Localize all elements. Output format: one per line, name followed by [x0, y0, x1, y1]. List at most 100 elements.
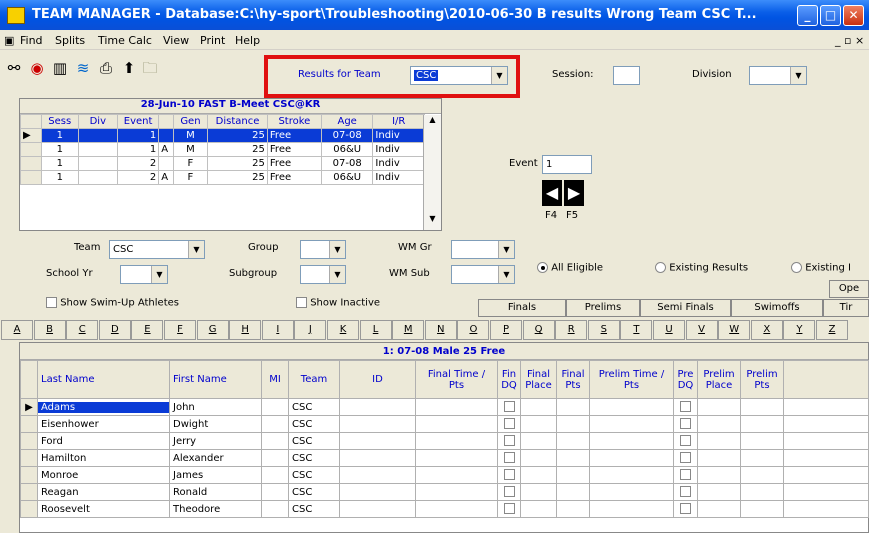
table-row[interactable]: ▶ 1 1 M 25 Free 07-08 Indiv [20, 128, 425, 143]
alpha-button-y[interactable]: Y [783, 320, 816, 340]
last-name-cell[interactable]: Adams [37, 398, 170, 416]
table-row[interactable]: 1 2 A F 25 Free 06&U Indiv [20, 170, 425, 185]
team-cell[interactable]: CSC [288, 415, 340, 433]
col-last-name[interactable]: Last Name [37, 360, 170, 399]
final-pts-cell[interactable] [556, 398, 590, 416]
team-cell[interactable]: CSC [288, 398, 340, 416]
table-row[interactable]: Hamilton Alexander CSC [20, 449, 869, 467]
final-time-cell[interactable] [415, 432, 498, 450]
tab-finals[interactable]: Finals [478, 299, 566, 317]
binoculars-icon[interactable]: ⚯ [4, 58, 24, 78]
final-place-cell[interactable] [520, 449, 557, 467]
alpha-button-v[interactable]: V [685, 320, 718, 340]
last-name-cell[interactable]: Roosevelt [37, 500, 170, 518]
col-prelim-time[interactable]: Prelim Time / Pts [589, 360, 674, 399]
col-stroke[interactable]: Stroke [266, 114, 322, 129]
col-prelim-pts[interactable]: Prelim Pts [740, 360, 784, 399]
prelim-place-cell[interactable] [697, 466, 741, 484]
id-cell[interactable] [339, 432, 416, 450]
first-name-cell[interactable]: Alexander [169, 449, 262, 467]
final-place-cell[interactable] [520, 432, 557, 450]
prelim-time-cell[interactable] [589, 483, 674, 501]
col-sess[interactable]: Sess [40, 114, 79, 129]
pre-dq-checkbox[interactable] [673, 500, 698, 518]
col-final-time[interactable]: Final Time / Pts [415, 360, 498, 399]
printer-icon[interactable]: ⎙ [96, 58, 116, 78]
fin-dq-checkbox[interactable] [497, 500, 521, 518]
alpha-button-x[interactable]: X [750, 320, 783, 340]
final-pts-cell[interactable] [556, 415, 590, 433]
pre-dq-checkbox[interactable] [673, 415, 698, 433]
col-event[interactable]: Event [116, 114, 160, 129]
tab-swimoffs[interactable]: Swimoffs [731, 299, 823, 317]
final-place-cell[interactable] [520, 466, 557, 484]
wm-sub-select[interactable]: ▼ [451, 265, 515, 284]
final-time-cell[interactable] [415, 449, 498, 467]
col-first-name[interactable]: First Name [169, 360, 262, 399]
final-pts-cell[interactable] [556, 449, 590, 467]
col-age[interactable]: Age [320, 114, 374, 129]
team-cell[interactable]: CSC [288, 466, 340, 484]
alpha-button-e[interactable]: E [131, 320, 164, 340]
alpha-button-d[interactable]: D [98, 320, 131, 340]
ope-button[interactable]: Ope [829, 280, 869, 298]
fin-dq-checkbox[interactable] [497, 466, 521, 484]
last-name-cell[interactable]: Hamilton [37, 449, 170, 467]
prelim-pts-cell[interactable] [740, 500, 784, 518]
mi-cell[interactable] [261, 449, 289, 467]
existing-i-radio[interactable]: Existing I [791, 262, 851, 274]
all-eligible-radio[interactable]: All Eligible [537, 262, 603, 274]
mi-cell[interactable] [261, 415, 289, 433]
menu-splits[interactable]: Splits [55, 34, 85, 47]
alpha-button-f[interactable]: F [164, 320, 196, 340]
mi-cell[interactable] [261, 466, 289, 484]
session-field[interactable] [613, 66, 640, 85]
fin-dq-checkbox[interactable] [497, 415, 521, 433]
scroll-up-icon[interactable]: ▲ [424, 115, 441, 131]
last-name-cell[interactable]: Monroe [37, 466, 170, 484]
prelim-place-cell[interactable] [697, 432, 741, 450]
folder-icon[interactable]: 🗀 [140, 58, 160, 78]
up-arrow-icon[interactable]: ⬆ [119, 58, 139, 78]
alpha-button-w[interactable]: W [718, 320, 751, 340]
table-row[interactable]: Monroe James CSC [20, 466, 869, 484]
close-button[interactable]: ✕ [843, 5, 864, 26]
events-scrollbar[interactable]: ▲ ▼ [423, 115, 441, 230]
event-field[interactable]: 1 [542, 155, 592, 174]
fin-dq-checkbox[interactable] [497, 483, 521, 501]
show-inactive-checkbox[interactable]: Show Inactive [296, 297, 380, 309]
alpha-button-z[interactable]: Z [816, 320, 848, 340]
team-cell[interactable]: CSC [288, 500, 340, 518]
id-cell[interactable] [339, 483, 416, 501]
prelim-time-cell[interactable] [589, 500, 674, 518]
alpha-button-s[interactable]: S [587, 320, 620, 340]
col-final-pts[interactable]: Final Pts [556, 360, 590, 399]
prelim-pts-cell[interactable] [740, 466, 784, 484]
menu-help[interactable]: Help [235, 34, 260, 47]
pre-dq-checkbox[interactable] [673, 449, 698, 467]
scroll-down-icon[interactable]: ▼ [424, 214, 441, 230]
mi-cell[interactable] [261, 500, 289, 518]
team-cell[interactable]: CSC [288, 449, 340, 467]
col-ir[interactable]: I/R [372, 114, 425, 129]
final-pts-cell[interactable] [556, 466, 590, 484]
col-fin-dq[interactable]: Fin DQ [497, 360, 521, 399]
next-event-button[interactable]: ▶ [564, 180, 584, 206]
table-row[interactable]: 1 2 F 25 Free 07-08 Indiv [20, 156, 425, 171]
prelim-time-cell[interactable] [589, 398, 674, 416]
final-time-cell[interactable] [415, 398, 498, 416]
final-place-cell[interactable] [520, 500, 557, 518]
final-time-cell[interactable] [415, 483, 498, 501]
minimize-button[interactable]: _ [797, 5, 818, 26]
mi-cell[interactable] [261, 398, 289, 416]
alpha-button-l[interactable]: L [359, 320, 392, 340]
team-cell[interactable]: CSC [288, 483, 340, 501]
last-name-cell[interactable]: Ford [37, 432, 170, 450]
table-row[interactable]: Reagan Ronald CSC [20, 483, 869, 501]
id-cell[interactable] [339, 500, 416, 518]
swimmer-icon[interactable]: ▥ [50, 58, 70, 78]
id-cell[interactable] [339, 466, 416, 484]
relay-icon[interactable]: ≋ [73, 58, 93, 78]
alpha-button-o[interactable]: O [457, 320, 490, 340]
prelim-place-cell[interactable] [697, 500, 741, 518]
